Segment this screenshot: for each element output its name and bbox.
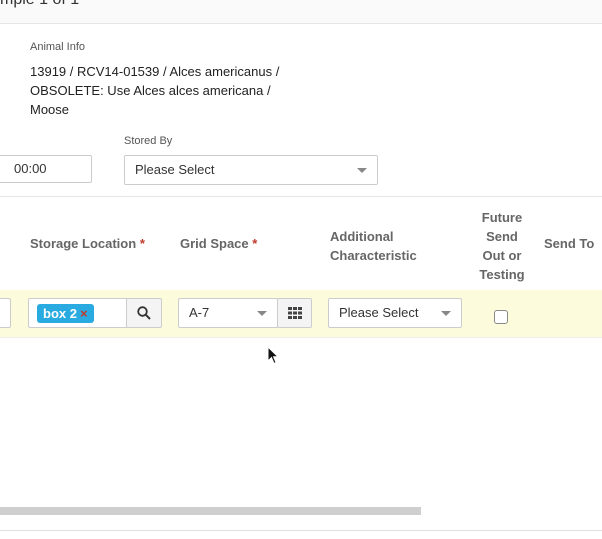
column-header-label: Send: [486, 229, 518, 244]
column-header-label: Future: [481, 210, 523, 225]
bottom-divider: [0, 530, 602, 531]
storage-location-tag[interactable]: box 2 ×: [37, 304, 94, 323]
animal-info-label: Animal Info: [30, 41, 86, 53]
stored-by-value: Please Select: [135, 162, 215, 177]
grid-space-value: A-7: [189, 305, 210, 320]
column-header-send-to: Send To: [544, 236, 595, 251]
storage-location-search-button[interactable]: [126, 298, 162, 328]
column-header-label: Out or: [482, 248, 522, 263]
animal-info-line: 13919 / RCV14-01539 / Alces americanus /: [30, 64, 280, 79]
column-header-label: Testing: [479, 267, 525, 282]
additional-characteristic-select[interactable]: Please Select: [328, 298, 462, 328]
stored-by-select[interactable]: Please Select: [124, 155, 378, 185]
chevron-down-icon: [441, 311, 451, 316]
search-icon: [137, 306, 151, 320]
animal-info-line: Moose: [30, 102, 70, 117]
required-indicator: *: [139, 236, 145, 251]
future-send-out-checkbox[interactable]: [494, 310, 508, 324]
animal-info-line: OBSOLETE: Use Alces alces americana /: [30, 83, 271, 98]
horizontal-scrollbar[interactable]: [0, 507, 421, 515]
stored-time-input[interactable]: 00:00: [0, 155, 92, 183]
storage-location-tag-label: box 2: [43, 306, 77, 321]
previous-column-input[interactable]: [0, 298, 11, 328]
stored-by-label: Stored By: [124, 135, 173, 147]
column-header-additional-characteristic: Additional Characteristic: [330, 227, 417, 265]
column-header-grid-space: Grid Space *: [180, 236, 257, 251]
grid-space-select[interactable]: A-7: [178, 298, 278, 328]
column-header-label: Grid Space: [180, 236, 249, 251]
additional-characteristic-value: Please Select: [339, 305, 419, 320]
table-top-divider: [0, 196, 602, 197]
column-header-future-send-out: Future Send Out or Testing: [472, 208, 532, 284]
column-header-label: Characteristic: [330, 248, 417, 263]
animal-info-value: 13919 / RCV14-01539 / Alces americanus /…: [30, 62, 290, 119]
chevron-down-icon: [357, 168, 367, 173]
chevron-down-icon: [257, 311, 267, 316]
mouse-pointer-icon: [267, 346, 279, 365]
grid-icon: [288, 307, 302, 319]
column-header-storage-location: Storage Location *: [30, 236, 145, 251]
column-header-label: Storage Location: [30, 236, 137, 251]
required-indicator: *: [252, 236, 258, 251]
page-header: mple 1 of 1: [0, 0, 602, 24]
column-header-label: Additional: [330, 229, 394, 244]
page-title: mple 1 of 1: [0, 0, 79, 9]
grid-picker-button[interactable]: [277, 298, 312, 328]
close-icon[interactable]: ×: [80, 306, 88, 321]
